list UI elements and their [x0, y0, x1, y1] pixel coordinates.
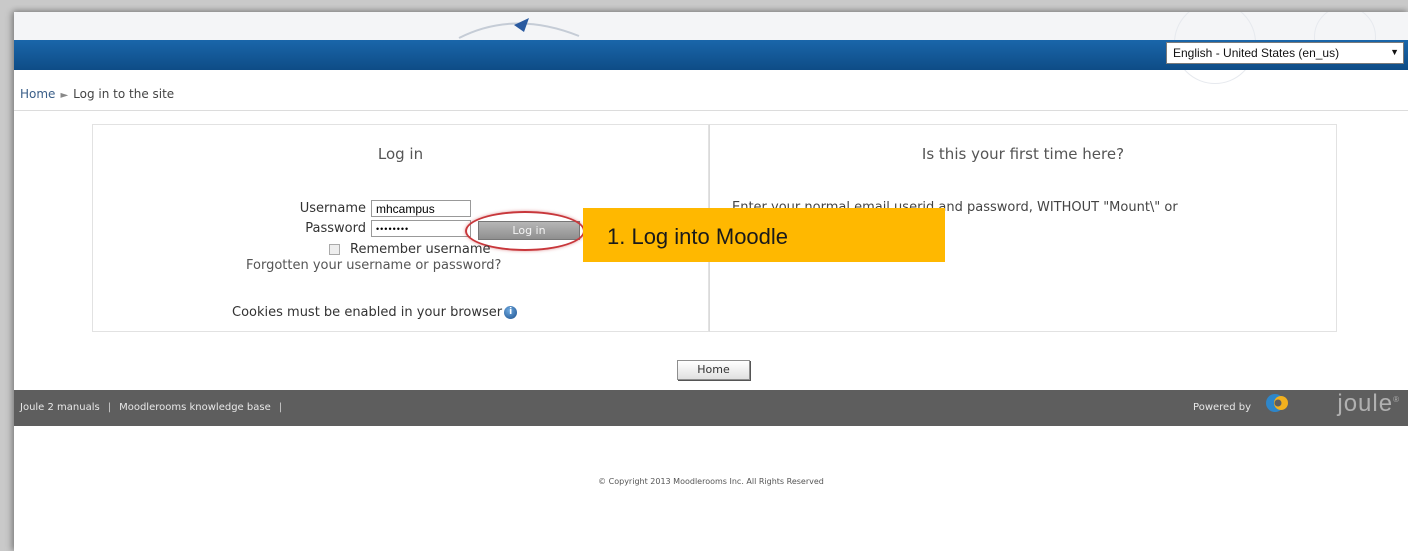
password-label: Password	[305, 221, 366, 236]
top-navbar: English - United States (en_us) ▼	[14, 40, 1408, 70]
chevron-down-icon: ▼	[1390, 47, 1399, 57]
footer-link-knowledge-base[interactable]: Moodlerooms knowledge base	[119, 402, 271, 413]
breadcrumb-current: Log in to the site	[73, 87, 175, 101]
registered-mark: ®	[1393, 395, 1400, 404]
copyright-text: © Copyright 2013 Moodlerooms Inc. All Ri…	[598, 477, 824, 486]
footer-bar: Joule 2 manuals | Moodlerooms knowledge ba…	[14, 390, 1408, 426]
footer-divider: |	[278, 402, 283, 413]
moodle-login-page: English - United States (en_us) ▼ Home ► L…	[14, 12, 1408, 551]
forgot-password-link[interactable]: Forgotten your username or password?	[246, 258, 501, 273]
footer-links: Joule 2 manuals | Moodlerooms knowledge ba…	[20, 402, 290, 413]
site-logo-swoosh	[458, 18, 580, 39]
login-title: Log in	[377, 145, 424, 163]
footer-link-manuals[interactable]: Joule 2 manuals	[20, 402, 100, 413]
joule-brand-text: joule	[1337, 390, 1394, 417]
breadcrumb-home-link[interactable]: Home	[20, 87, 55, 101]
cookies-text: Cookies must be enabled in your browser	[232, 305, 503, 320]
joule-brand[interactable]: joule®	[1337, 390, 1400, 418]
username-label: Username	[299, 201, 366, 216]
header-banner	[14, 12, 1408, 84]
footer-divider: |	[107, 402, 112, 413]
language-select-value: English - United States (en_us)	[1173, 46, 1340, 60]
joule-logo-icon	[1266, 394, 1288, 412]
password-input[interactable]: ••••••••	[371, 220, 471, 237]
remember-username-row[interactable]: Remember username	[329, 242, 491, 257]
language-select[interactable]: English - United States (en_us) ▼	[1166, 42, 1404, 64]
breadcrumb-separator-icon: ►	[60, 90, 69, 101]
breadcrumb: Home ► Log in to the site	[20, 87, 174, 101]
cookies-notice: Cookies must be enabled in your browser i	[232, 305, 518, 320]
remember-username-checkbox[interactable]	[329, 244, 340, 255]
info-icon[interactable]: i	[504, 306, 518, 319]
username-input[interactable]: mhcampus	[371, 200, 471, 217]
instruction-callout: 1. Log into Moodle	[583, 208, 945, 262]
home-button[interactable]: Home	[677, 360, 750, 380]
remember-username-label: Remember username	[350, 242, 491, 257]
divider	[14, 110, 1408, 111]
powered-by-text: Powered by	[1193, 402, 1251, 413]
first-time-title: Is this your first time here?	[921, 145, 1125, 163]
